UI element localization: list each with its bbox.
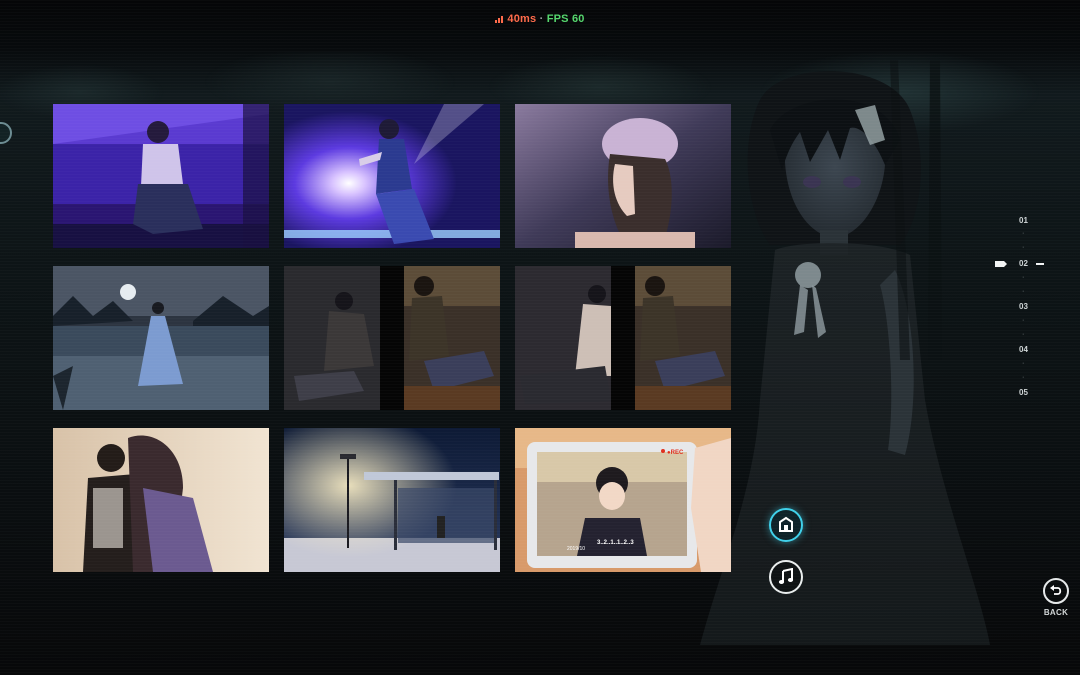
pager-dot: ·	[1022, 374, 1025, 381]
rec-label: ●REC	[667, 450, 684, 456]
music-note-icon	[778, 568, 794, 584]
gallery-screen: 40ms · FPS 60 ●REC 3..2..1..1..2..3 2019…	[0, 0, 1080, 675]
gallery-thumbnail[interactable]	[53, 104, 269, 248]
pager-dot: ·	[1022, 331, 1025, 338]
thumbnail-image	[284, 104, 500, 248]
gallery-thumbnail[interactable]: ●REC 3..2..1..1..2..3 2019/10	[515, 428, 731, 572]
thumbnail-image	[515, 266, 731, 410]
page-04[interactable]: 04	[1019, 345, 1028, 354]
ping-value: 40ms	[507, 13, 537, 25]
gallery-thumbnail[interactable]	[515, 266, 731, 410]
signal-icon	[495, 14, 504, 26]
current-page-marker-icon	[995, 261, 1007, 267]
gallery-icon	[779, 516, 793, 532]
gallery-thumbnail[interactable]	[284, 428, 500, 572]
gallery-thumbnail[interactable]	[53, 428, 269, 572]
timestamp-text: 2019/10	[567, 546, 585, 552]
pager-dot: ·	[1022, 317, 1025, 324]
gallery-thumbnail[interactable]	[53, 266, 269, 410]
page-02[interactable]: 02	[1019, 259, 1028, 268]
gallery-thumbnail[interactable]	[284, 266, 500, 410]
page-01[interactable]: 01	[1019, 216, 1028, 225]
gallery-thumbnail[interactable]	[284, 104, 500, 248]
hud-separator: ·	[539, 13, 544, 25]
gallery-thumbnail[interactable]	[515, 104, 731, 248]
back-circle	[1043, 578, 1069, 604]
thumbnail-image: ●REC 3..2..1..1..2..3 2019/10	[515, 428, 731, 572]
thumbnail-image	[515, 104, 731, 248]
thumbnail-image	[53, 266, 269, 410]
pager-dot: ·	[1022, 360, 1025, 367]
countdown-text: 3..2..1..1..2..3	[597, 540, 634, 546]
pager-dot: ·	[1022, 244, 1025, 251]
thumbnail-image	[284, 266, 500, 410]
thumbnail-image	[53, 428, 269, 572]
current-page-dash-icon	[1036, 263, 1044, 265]
music-button[interactable]	[769, 560, 803, 594]
back-button[interactable]: BACK	[1040, 578, 1072, 617]
fps-value: FPS 60	[546, 13, 585, 25]
back-arrow-icon	[1050, 585, 1062, 595]
page-05[interactable]: 05	[1019, 388, 1028, 397]
thumbnail-image	[284, 428, 500, 572]
gallery-button[interactable]	[769, 508, 803, 542]
back-label: BACK	[1043, 608, 1069, 617]
thumbnail-image	[53, 104, 269, 248]
page-03[interactable]: 03	[1019, 302, 1028, 311]
tree-silhouette	[890, 60, 942, 360]
pager-dot: ·	[1022, 274, 1025, 281]
performance-hud: 40ms · FPS 60	[0, 13, 1080, 26]
page-navigator: 01 · · 02 · · 03 · · 04 · · 05	[995, 214, 1055, 404]
pager-dot: ·	[1022, 288, 1025, 295]
pager-dot: ·	[1022, 230, 1025, 237]
